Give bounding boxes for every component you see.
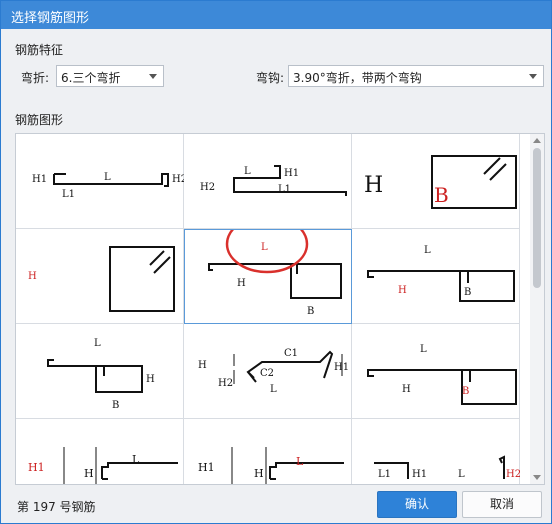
label: L bbox=[270, 384, 277, 395]
label: L bbox=[261, 242, 268, 253]
rebar-shape-diagram: H C1 H2 C2 H1 L bbox=[198, 348, 349, 395]
shape-cell-6[interactable]: L H B bbox=[352, 229, 520, 324]
shape-grid: H1 L1 L H2 L H1 H2 L1 bbox=[15, 133, 545, 485]
label: H bbox=[398, 285, 407, 296]
dialog-title: 选择钢筋图形 bbox=[11, 11, 90, 26]
rebar-shape-diagram: L H B bbox=[367, 245, 515, 302]
label: L1 bbox=[62, 189, 75, 200]
scroll-up-icon[interactable] bbox=[533, 138, 541, 143]
label: H1 bbox=[28, 461, 45, 474]
label: B bbox=[464, 287, 471, 298]
features-section-label: 钢筋特征 bbox=[15, 43, 64, 57]
label: L1 bbox=[278, 184, 291, 195]
chevron-down-icon bbox=[529, 74, 537, 79]
label: H bbox=[254, 467, 264, 480]
bend-select[interactable]: 6.三个弯折 bbox=[56, 65, 164, 87]
label: L bbox=[296, 455, 304, 468]
label: L bbox=[458, 469, 465, 480]
label: B bbox=[307, 306, 314, 317]
label: L bbox=[132, 453, 140, 466]
shape-cell-7[interactable]: L H B bbox=[16, 324, 184, 419]
confirm-button[interactable]: 确认 bbox=[377, 491, 457, 518]
bend-label: 弯折: bbox=[21, 71, 50, 85]
label: H1 bbox=[412, 469, 427, 480]
label: H bbox=[28, 271, 37, 282]
hook-select-value: 3.90°弯折，带两个弯钩 bbox=[293, 71, 422, 85]
shape-cell-1[interactable]: H1 L1 L H2 bbox=[16, 134, 184, 229]
shape-cell-11[interactable]: H1 H L bbox=[184, 419, 352, 484]
rebar-shape-diagram: L H1 H2 L1 bbox=[200, 165, 347, 196]
shape-cell-8[interactable]: H C1 H2 C2 H1 L bbox=[184, 324, 352, 419]
shape-cell-2[interactable]: L H1 H2 L1 bbox=[184, 134, 352, 229]
shape-cell-12[interactable]: L1 H1 L H2 bbox=[352, 419, 520, 484]
label: H bbox=[146, 374, 155, 385]
label: B bbox=[462, 386, 469, 397]
label: H bbox=[198, 360, 207, 371]
hook-select[interactable]: 3.90°弯折，带两个弯钩 bbox=[288, 65, 544, 87]
chevron-down-icon bbox=[149, 74, 157, 79]
label: H1 bbox=[284, 168, 299, 179]
rebar-shape-diagram: H B bbox=[364, 155, 517, 209]
label: L1 bbox=[378, 469, 391, 480]
rebar-shape-dialog: 选择钢筋图形 钢筋特征 弯折: 6.三个弯折 弯钩: 3.90°弯折，带两个弯钩… bbox=[0, 0, 552, 524]
label: L bbox=[94, 338, 101, 349]
rebar-number-status: 第 197 号钢筋 bbox=[17, 500, 96, 514]
label: L bbox=[104, 172, 111, 183]
rebar-shape-diagram: L1 H1 L H2 bbox=[374, 455, 520, 480]
label: H2 bbox=[200, 182, 215, 193]
rebar-shape-diagram: L H B bbox=[47, 338, 155, 411]
label: H bbox=[364, 173, 383, 198]
label: H2 bbox=[218, 378, 233, 389]
rebar-shape-diagram: H1 H L bbox=[28, 447, 178, 484]
label: H1 bbox=[32, 174, 47, 185]
label: C2 bbox=[260, 368, 274, 379]
shape-cell-9[interactable]: L H B bbox=[352, 324, 520, 419]
title-bar[interactable]: 选择钢筋图形 bbox=[1, 1, 551, 29]
shape-cell-4[interactable]: H bbox=[16, 229, 184, 324]
label: B bbox=[112, 400, 119, 411]
shape-cell-5-selected[interactable]: L H B bbox=[184, 229, 352, 324]
label: H1 bbox=[198, 461, 215, 474]
shapes-section-label: 钢筋图形 bbox=[15, 113, 64, 127]
cancel-button[interactable]: 取消 bbox=[462, 491, 542, 518]
rebar-shape-diagram: L H B bbox=[208, 230, 342, 317]
rebar-shape-diagram: L H B bbox=[367, 344, 517, 405]
shape-cell-3[interactable]: H B bbox=[352, 134, 520, 229]
label: H bbox=[84, 467, 94, 480]
vertical-scrollbar[interactable] bbox=[530, 134, 544, 484]
label: H2 bbox=[506, 469, 520, 480]
label: L bbox=[424, 245, 431, 256]
scroll-down-icon[interactable] bbox=[533, 475, 541, 480]
label: L bbox=[420, 344, 427, 355]
label: C1 bbox=[284, 348, 298, 359]
rebar-shape-diagram: H bbox=[28, 246, 175, 312]
bend-select-value: 6.三个弯折 bbox=[61, 71, 121, 85]
label: H1 bbox=[334, 362, 349, 373]
label: B bbox=[434, 183, 449, 207]
rebar-shape-diagram: H1 H L bbox=[198, 447, 344, 484]
label: H bbox=[237, 278, 246, 289]
label: L bbox=[244, 166, 251, 177]
shape-cell-10[interactable]: H1 H L bbox=[16, 419, 184, 484]
rebar-shape-diagram: H1 L1 L H2 bbox=[32, 172, 184, 200]
scrollbar-thumb[interactable] bbox=[533, 148, 541, 288]
label: H bbox=[402, 384, 411, 395]
label: H2 bbox=[172, 174, 184, 185]
hook-label: 弯钩: bbox=[256, 71, 285, 85]
